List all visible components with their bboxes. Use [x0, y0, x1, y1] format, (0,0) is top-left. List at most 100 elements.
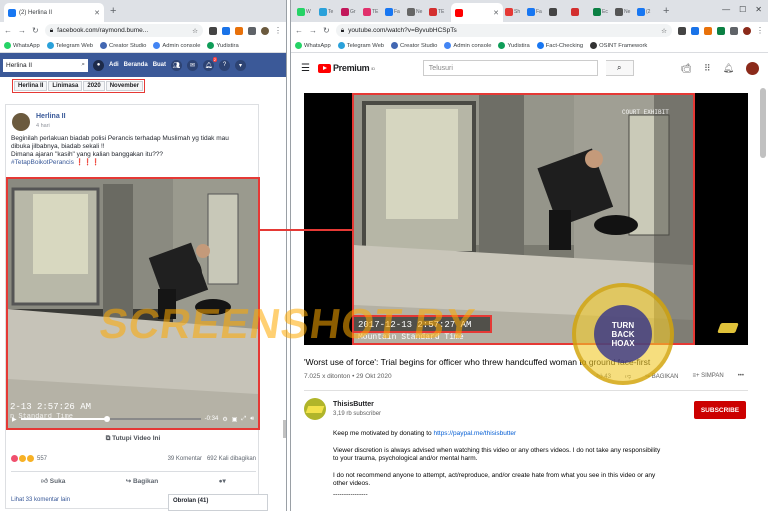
- omnibox[interactable]: 🔒︎ facebook.com/raymond.bume... ☆: [44, 24, 203, 37]
- youtube-premium-logo[interactable]: Premium ID: [317, 63, 375, 73]
- back-icon[interactable]: ←: [4, 26, 12, 35]
- save-button[interactable]: ≡+ SIMPAN: [692, 373, 723, 379]
- nav-create[interactable]: Buat: [153, 62, 166, 68]
- facebook-search-input[interactable]: Herlina II ⌕: [3, 58, 88, 72]
- star-icon[interactable]: ☆: [192, 27, 198, 35]
- scrollbar[interactable]: [283, 420, 286, 438]
- close-tab-icon[interactable]: ✕: [493, 9, 499, 17]
- channel-avatar[interactable]: [304, 398, 326, 420]
- account-avatar[interactable]: [746, 61, 759, 75]
- bookmark-whatsapp[interactable]: WhatsApp: [4, 42, 40, 49]
- seek-knob[interactable]: [104, 416, 111, 422]
- audience-selector[interactable]: ●▾: [219, 477, 226, 485]
- tab-ne2[interactable]: Ne: [615, 4, 635, 20]
- bell-icon[interactable]: 🔔︎: [723, 63, 734, 74]
- tab-ne[interactable]: Ne: [407, 4, 427, 20]
- play-icon[interactable]: ▶: [12, 416, 17, 423]
- friends-icon[interactable]: 👥︎: [171, 59, 183, 71]
- bookmark-yudistira[interactable]: Yudistira: [498, 42, 530, 49]
- extension-icon[interactable]: [678, 26, 686, 35]
- minimize-icon[interactable]: —: [722, 5, 730, 14]
- tab-youtube-active[interactable]: ✕: [451, 3, 503, 22]
- bookmark-admin-console[interactable]: Admin console: [153, 42, 200, 49]
- star-icon[interactable]: ☆: [661, 27, 667, 35]
- pip-icon[interactable]: ▣: [232, 416, 238, 423]
- tab-ec[interactable]: Ec: [593, 4, 613, 20]
- fullscreen-icon[interactable]: ⤢: [241, 416, 246, 423]
- back-icon[interactable]: ←: [295, 26, 303, 35]
- tab-telegram[interactable]: Te: [319, 4, 339, 20]
- scrollbar[interactable]: [760, 88, 766, 158]
- shares-count[interactable]: 692 Kali dibagikan: [207, 456, 256, 462]
- profile-avatar[interactable]: ●: [93, 59, 104, 71]
- dropdown-icon[interactable]: ▾: [235, 59, 247, 71]
- extension-icon[interactable]: [222, 26, 230, 35]
- tab-fa[interactable]: Fa: [385, 4, 405, 20]
- video-seek-bar[interactable]: [20, 416, 201, 422]
- puzzle-icon[interactable]: [248, 26, 256, 35]
- messenger-icon[interactable]: ✉: [187, 59, 199, 71]
- create-video-icon[interactable]: 📹︎: [681, 63, 692, 74]
- bookmark-telegram[interactable]: Telegram Web: [46, 42, 93, 49]
- bookmark-telegram[interactable]: Telegram Web: [337, 42, 384, 49]
- tab-gr[interactable]: Gr: [341, 4, 361, 20]
- bookmark-yudistira[interactable]: Yudistira: [207, 42, 239, 49]
- tab-sh[interactable]: Sh: [505, 4, 525, 20]
- new-tab-icon[interactable]: +: [663, 5, 669, 17]
- author-avatar[interactable]: [12, 113, 30, 131]
- hide-video-link[interactable]: ⧉ Tutupi Video Ini: [6, 435, 260, 443]
- nav-profile[interactable]: Adi: [109, 62, 119, 68]
- bookmark-whatsapp[interactable]: WhatsApp: [295, 42, 331, 49]
- tab-te[interactable]: TE: [363, 4, 383, 20]
- post-hashtag[interactable]: #TetapBoikotPerancis: [11, 159, 74, 166]
- more-comments-link[interactable]: Lihat 33 komentar lain: [11, 497, 70, 503]
- tab-fa2[interactable]: Fa: [527, 4, 547, 20]
- more-options-icon[interactable]: •••: [738, 373, 744, 379]
- chat-bar[interactable]: Obrolan (41): [168, 494, 268, 511]
- extension-icon[interactable]: [235, 26, 243, 35]
- like-button[interactable]: 👍︎ Suka: [41, 477, 65, 485]
- maximize-icon[interactable]: ☐: [739, 5, 746, 14]
- bookmark-admin-console[interactable]: Admin console: [444, 42, 491, 49]
- tab-fb2[interactable]: (2: [637, 4, 657, 20]
- forward-icon[interactable]: →: [309, 26, 317, 35]
- extension-icon[interactable]: [717, 26, 725, 35]
- tab-grid[interactable]: [549, 4, 569, 20]
- crumb-timeline[interactable]: Linimasa: [48, 81, 83, 91]
- youtube-search-input[interactable]: Telusuri: [422, 60, 598, 76]
- settings-gear-icon[interactable]: ⚙: [222, 416, 227, 423]
- close-window-icon[interactable]: ✕: [755, 5, 762, 14]
- tab-plus[interactable]: [571, 4, 591, 20]
- search-button[interactable]: ⌕: [605, 60, 634, 76]
- crumb-profile[interactable]: Herlina II: [14, 81, 48, 91]
- subscribe-button[interactable]: SUBSCRIBE: [694, 401, 746, 419]
- puzzle-icon[interactable]: [730, 26, 738, 35]
- reload-icon[interactable]: ↻: [32, 26, 39, 35]
- bookmark-creator-studio[interactable]: Creator Studio: [100, 42, 146, 49]
- extension-icon[interactable]: [691, 26, 699, 35]
- new-tab-icon[interactable]: +: [110, 5, 116, 17]
- extension-icon[interactable]: [209, 26, 217, 35]
- tab-te2[interactable]: TE: [429, 4, 449, 20]
- crumb-year[interactable]: 2020: [83, 81, 105, 91]
- comments-count[interactable]: 39 Komentar: [168, 456, 202, 462]
- notifications-icon[interactable]: 🔔︎ 2: [203, 56, 218, 71]
- tab-facebook[interactable]: (2) Herlina II ✕: [4, 3, 104, 22]
- hamburger-menu-icon[interactable]: ☰: [301, 63, 310, 74]
- bookmark-osint[interactable]: OSINT Framework: [590, 42, 647, 49]
- extension-icon[interactable]: [704, 26, 712, 35]
- bookmark-fact-checking[interactable]: Fact-Checking: [536, 42, 583, 49]
- post-time[interactable]: 4 hari: [36, 123, 50, 129]
- reactions-summary[interactable]: 557: [11, 455, 47, 462]
- bookmark-creator-studio[interactable]: Creator Studio: [391, 42, 437, 49]
- share-button[interactable]: ↪ Bagikan: [126, 477, 159, 485]
- forward-icon[interactable]: →: [18, 26, 26, 35]
- volume-icon[interactable]: 🔊︎: [250, 416, 254, 423]
- menu-dots-icon[interactable]: ⋮: [274, 26, 282, 35]
- menu-dots-icon[interactable]: ⋮: [756, 26, 764, 35]
- close-tab-icon[interactable]: ✕: [94, 9, 100, 17]
- profile-avatar-icon[interactable]: [743, 26, 751, 35]
- profile-avatar-icon[interactable]: [261, 26, 269, 35]
- search-icon[interactable]: ⌕: [81, 61, 85, 69]
- omnibox[interactable]: 🔒︎ youtube.com/watch?v=ByvubHCSpTs ☆: [335, 24, 672, 37]
